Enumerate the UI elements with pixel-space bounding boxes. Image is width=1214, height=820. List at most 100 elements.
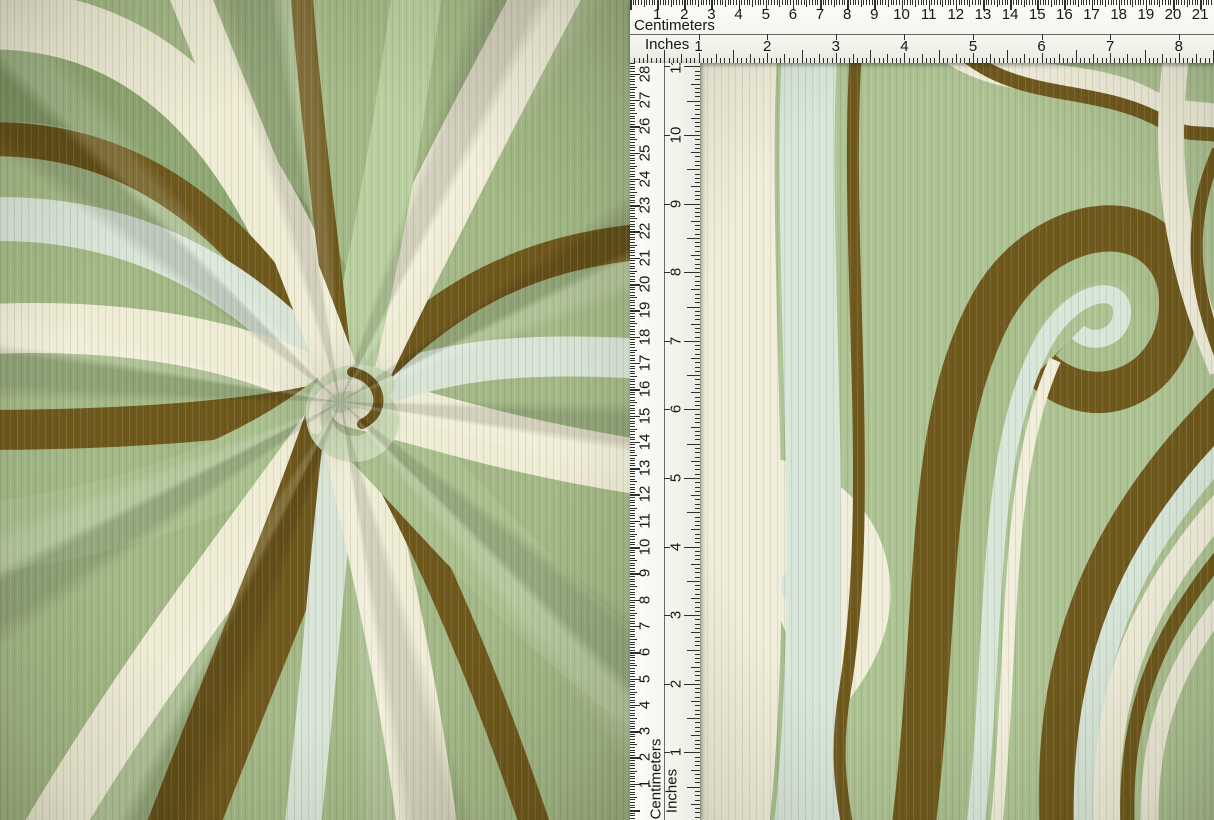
mm-tick <box>630 308 635 309</box>
inch-fraction-tick <box>695 465 701 466</box>
mm-tick <box>630 260 635 261</box>
mm-tick <box>630 810 640 812</box>
mm-tick <box>630 805 635 806</box>
inch-fraction-tick <box>1196 54 1197 63</box>
inch-fraction-tick <box>939 50 940 63</box>
flat-fabric-photo <box>630 0 1214 820</box>
inch-fraction-tick <box>695 422 701 423</box>
inch-fraction-tick <box>1145 50 1146 63</box>
mm-tick <box>630 510 635 511</box>
mm-tick <box>1159 0 1160 7</box>
cm-number: 13 <box>638 460 653 477</box>
cm-number: 18 <box>1110 7 1127 22</box>
inch-fraction-tick <box>814 58 815 64</box>
inch-fraction-tick <box>687 169 700 170</box>
mm-tick <box>692 0 693 5</box>
inch-fraction-tick <box>1046 58 1047 64</box>
mm-tick <box>630 555 635 556</box>
cm-number: 20 <box>638 276 653 293</box>
inch-fraction-tick <box>695 259 701 260</box>
mm-tick <box>630 426 635 427</box>
mm-tick <box>630 789 635 790</box>
inch-fraction-tick <box>695 517 701 518</box>
mm-tick <box>855 0 856 5</box>
mm-tick <box>891 0 892 5</box>
mm-tick <box>630 392 635 393</box>
inch-fraction-tick <box>695 585 701 586</box>
mm-tick <box>964 0 965 5</box>
inch-fraction-tick <box>695 281 701 282</box>
mm-tick <box>630 657 635 658</box>
inch-fraction-tick <box>1132 58 1133 64</box>
mm-tick <box>630 174 635 175</box>
mm-tick <box>630 799 635 800</box>
mm-tick <box>630 302 635 303</box>
inch-fraction-tick <box>695 765 701 766</box>
mm-tick <box>630 150 635 151</box>
cm-number: 8 <box>638 595 653 603</box>
mm-tick <box>844 0 845 5</box>
mm-tick <box>630 105 635 106</box>
inch-fraction-tick <box>806 58 807 64</box>
mm-tick <box>630 487 635 488</box>
mm-tick <box>644 0 645 7</box>
inch-fraction-tick <box>1037 58 1038 64</box>
inch-fraction-tick <box>695 688 701 689</box>
inch-fraction-tick <box>695 431 701 432</box>
inch-fraction-tick <box>1157 58 1158 64</box>
mm-tick <box>630 394 635 395</box>
mm-tick <box>1197 0 1198 5</box>
mm-tick <box>861 0 862 7</box>
mm-tick <box>630 565 635 566</box>
inch-fraction-tick <box>695 174 701 175</box>
horizontal-ruler: Centimeters Inches 123456789101112131415… <box>630 0 1214 63</box>
inch-fraction-tick <box>793 58 794 64</box>
mm-tick <box>630 465 635 466</box>
mm-tick <box>730 0 731 5</box>
inch-fraction-tick <box>695 156 701 157</box>
mm-tick <box>630 358 635 359</box>
mm-tick <box>682 0 683 5</box>
inch-fraction-tick <box>695 122 701 123</box>
mm-tick <box>1024 0 1025 7</box>
inch-fraction-tick <box>695 800 701 801</box>
mm-tick <box>630 481 637 482</box>
mm-tick <box>1124 0 1125 5</box>
inch-fraction-tick <box>1192 58 1193 64</box>
inch-fraction-tick <box>695 114 701 115</box>
mm-tick <box>760 0 761 5</box>
inch-fraction-tick <box>695 139 701 140</box>
inch-fraction-tick <box>1063 58 1064 64</box>
cm-number: 15 <box>1029 7 1046 22</box>
inch-fraction-tick <box>695 602 701 603</box>
mm-tick <box>893 0 894 5</box>
inch-fraction-tick <box>691 186 700 187</box>
inch-fraction-tick <box>695 619 701 620</box>
mm-tick <box>831 0 832 5</box>
mm-tick <box>630 355 635 356</box>
mm-tick <box>630 350 637 351</box>
cm-number: 6 <box>789 7 797 22</box>
mm-tick <box>630 381 635 382</box>
mm-tick <box>630 276 635 277</box>
cm-number: 20 <box>1165 7 1182 22</box>
mm-tick <box>1075 0 1076 5</box>
mm-tick <box>701 0 702 5</box>
mm-tick <box>1029 0 1030 5</box>
inch-fraction-tick <box>695 448 701 449</box>
mm-tick <box>630 802 635 803</box>
mm-tick <box>630 184 635 185</box>
inch-fraction-tick <box>695 92 701 93</box>
mm-tick <box>630 195 635 196</box>
mm-tick <box>630 113 637 114</box>
mm-tick <box>1018 0 1019 5</box>
inch-fraction-tick <box>703 58 704 64</box>
mm-tick <box>918 0 919 5</box>
mm-tick <box>690 0 691 5</box>
inch-number: 3 <box>669 611 684 619</box>
mm-tick <box>967 0 968 5</box>
inch-fraction-tick <box>1054 58 1055 64</box>
inch-fraction-tick <box>695 812 701 813</box>
mm-tick <box>630 668 635 669</box>
mm-tick <box>630 347 635 348</box>
